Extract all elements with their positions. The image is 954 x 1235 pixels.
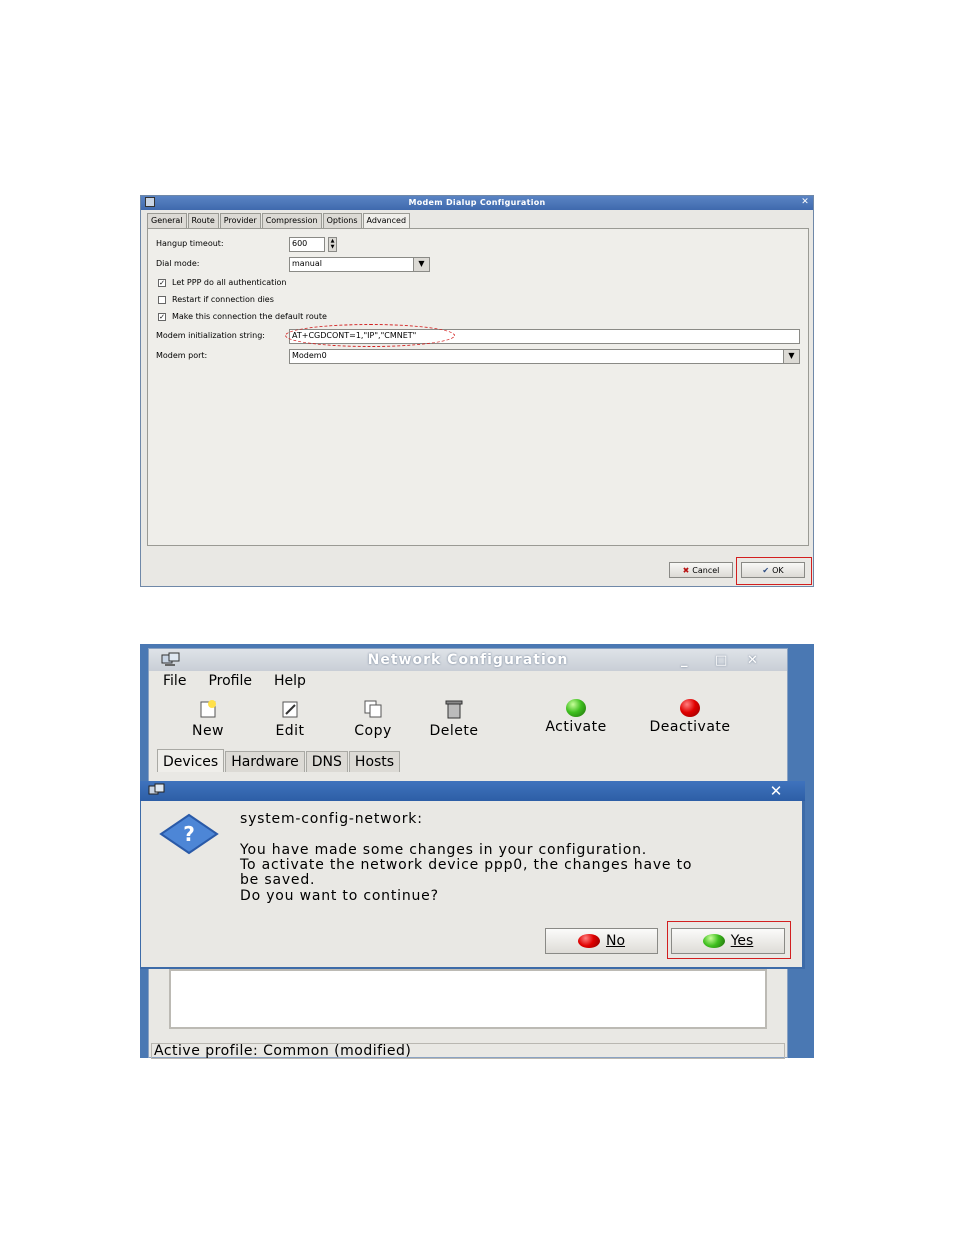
modem-port-select[interactable]: Modem0 ▼	[289, 349, 800, 364]
delete-button[interactable]: Delete	[419, 699, 489, 739]
minimize-icon[interactable]: _	[681, 653, 688, 668]
hangup-timeout-spinner[interactable]: ▲ ▼	[328, 237, 337, 252]
menu-help[interactable]: Help	[274, 673, 306, 689]
advanced-panel: Hangup timeout: 600 ▲ ▼ Dial mode: manual…	[147, 228, 809, 546]
chevron-down-icon[interactable]: ▼	[413, 258, 429, 271]
tab-options[interactable]: Options	[322, 213, 362, 228]
hangup-timeout-input[interactable]: 600	[289, 237, 325, 252]
dialog-titlebar: ✕	[140, 781, 805, 801]
tab-hosts[interactable]: Hosts	[348, 751, 401, 772]
copy-button[interactable]: Copy	[345, 699, 401, 739]
no-button[interactable]: No	[545, 928, 658, 954]
red-light-icon	[680, 699, 700, 717]
new-button[interactable]: New	[183, 699, 233, 739]
cancel-icon: ✖	[682, 565, 690, 575]
new-label: New	[191, 723, 225, 739]
restart-checkbox[interactable]	[158, 296, 166, 304]
save-changes-dialog: ✕ ? system-config-network: You have made…	[140, 781, 805, 969]
activate-label: Activate	[545, 719, 607, 735]
dialog-line-4: Do you want to continue?	[240, 888, 439, 904]
svg-text:?: ?	[183, 822, 195, 846]
network-titlebar: Network Configuration _ □ ✕	[149, 649, 787, 671]
dialog-heading: system-config-network:	[240, 811, 423, 827]
deactivate-button[interactable]: Deactivate	[635, 699, 745, 735]
status-bar: Active profile: Common (modified)	[151, 1043, 785, 1059]
network-window-title: Network Configuration	[367, 652, 569, 668]
menu-file[interactable]: File	[163, 673, 186, 689]
cancel-button-label: Cancel	[692, 565, 720, 575]
highlight-box	[736, 557, 812, 585]
copy-icon	[364, 700, 382, 718]
hangup-timeout-label: Hangup timeout:	[156, 239, 224, 248]
trash-icon	[445, 700, 463, 719]
network-app-icon	[148, 783, 166, 799]
highlight-oval	[285, 324, 455, 347]
dial-mode-value: manual	[292, 259, 322, 268]
tab-devices[interactable]: Devices	[157, 749, 225, 772]
toolbar: New Edit Copy Delete Activate Deactivate	[149, 699, 759, 743]
new-icon	[200, 700, 216, 718]
activate-button[interactable]: Activate	[533, 699, 619, 735]
edit-icon	[282, 701, 298, 718]
tab-compression[interactable]: Compression	[261, 213, 322, 228]
menubar: File Profile Help	[149, 673, 314, 689]
tab-general[interactable]: General	[147, 213, 187, 228]
close-icon[interactable]: ✕	[800, 197, 810, 208]
modem-dialog-title: Modem Dialup Configuration	[408, 198, 546, 207]
default-route-label: Make this connection the default route	[172, 312, 327, 321]
default-route-checkbox[interactable]: ✓	[158, 313, 166, 321]
edit-button[interactable]: Edit	[265, 699, 315, 739]
modem-dialup-window: Modem Dialup Configuration ✕ General Rou…	[140, 195, 814, 587]
tab-provider[interactable]: Provider	[219, 213, 261, 228]
tab-advanced[interactable]: Advanced	[362, 213, 411, 229]
tab-hardware[interactable]: Hardware	[225, 751, 305, 772]
copy-label: Copy	[354, 723, 392, 739]
highlight-box	[667, 921, 791, 959]
close-icon[interactable]: ✕	[747, 653, 758, 668]
dial-mode-label: Dial mode:	[156, 259, 200, 268]
no-button-label: No	[605, 933, 626, 949]
init-string-label: Modem initialization string:	[156, 331, 265, 340]
ppp-auth-checkbox[interactable]: ✓	[158, 279, 166, 287]
dialog-line-2: To activate the network device ppp0, the…	[240, 857, 693, 873]
modem-tabs: General Route Provider Compression Optio…	[147, 213, 411, 229]
close-icon[interactable]: ✕	[767, 782, 785, 800]
menu-profile[interactable]: Profile	[208, 673, 252, 689]
modem-port-value: Modem0	[292, 351, 327, 360]
green-light-icon	[566, 699, 586, 717]
ppp-auth-label: Let PPP do all authentication	[172, 278, 287, 287]
dialog-line-3: be saved.	[240, 872, 316, 888]
modem-dialog-titlebar: Modem Dialup Configuration ✕	[141, 196, 813, 210]
tab-dns[interactable]: DNS	[305, 751, 348, 772]
tab-route[interactable]: Route	[187, 213, 219, 228]
cancel-button[interactable]: ✖ Cancel	[669, 562, 733, 578]
maximize-icon[interactable]: □	[715, 653, 727, 668]
red-light-icon	[577, 934, 600, 948]
modem-port-label: Modem port:	[156, 351, 208, 360]
dialog-line-1: You have made some changes in your confi…	[240, 842, 648, 858]
dialog-body: ? system-config-network: You have made s…	[141, 801, 802, 967]
device-list[interactable]	[169, 969, 767, 1029]
network-tabs: Devices Hardware DNS Hosts	[157, 749, 401, 772]
restart-label: Restart if connection dies	[172, 295, 274, 304]
deactivate-label: Deactivate	[649, 719, 731, 735]
edit-label: Edit	[275, 723, 305, 739]
delete-label: Delete	[429, 723, 479, 739]
dial-mode-select[interactable]: manual ▼	[289, 257, 430, 272]
question-icon: ?	[159, 813, 219, 855]
chevron-down-icon[interactable]: ▼	[783, 350, 799, 363]
